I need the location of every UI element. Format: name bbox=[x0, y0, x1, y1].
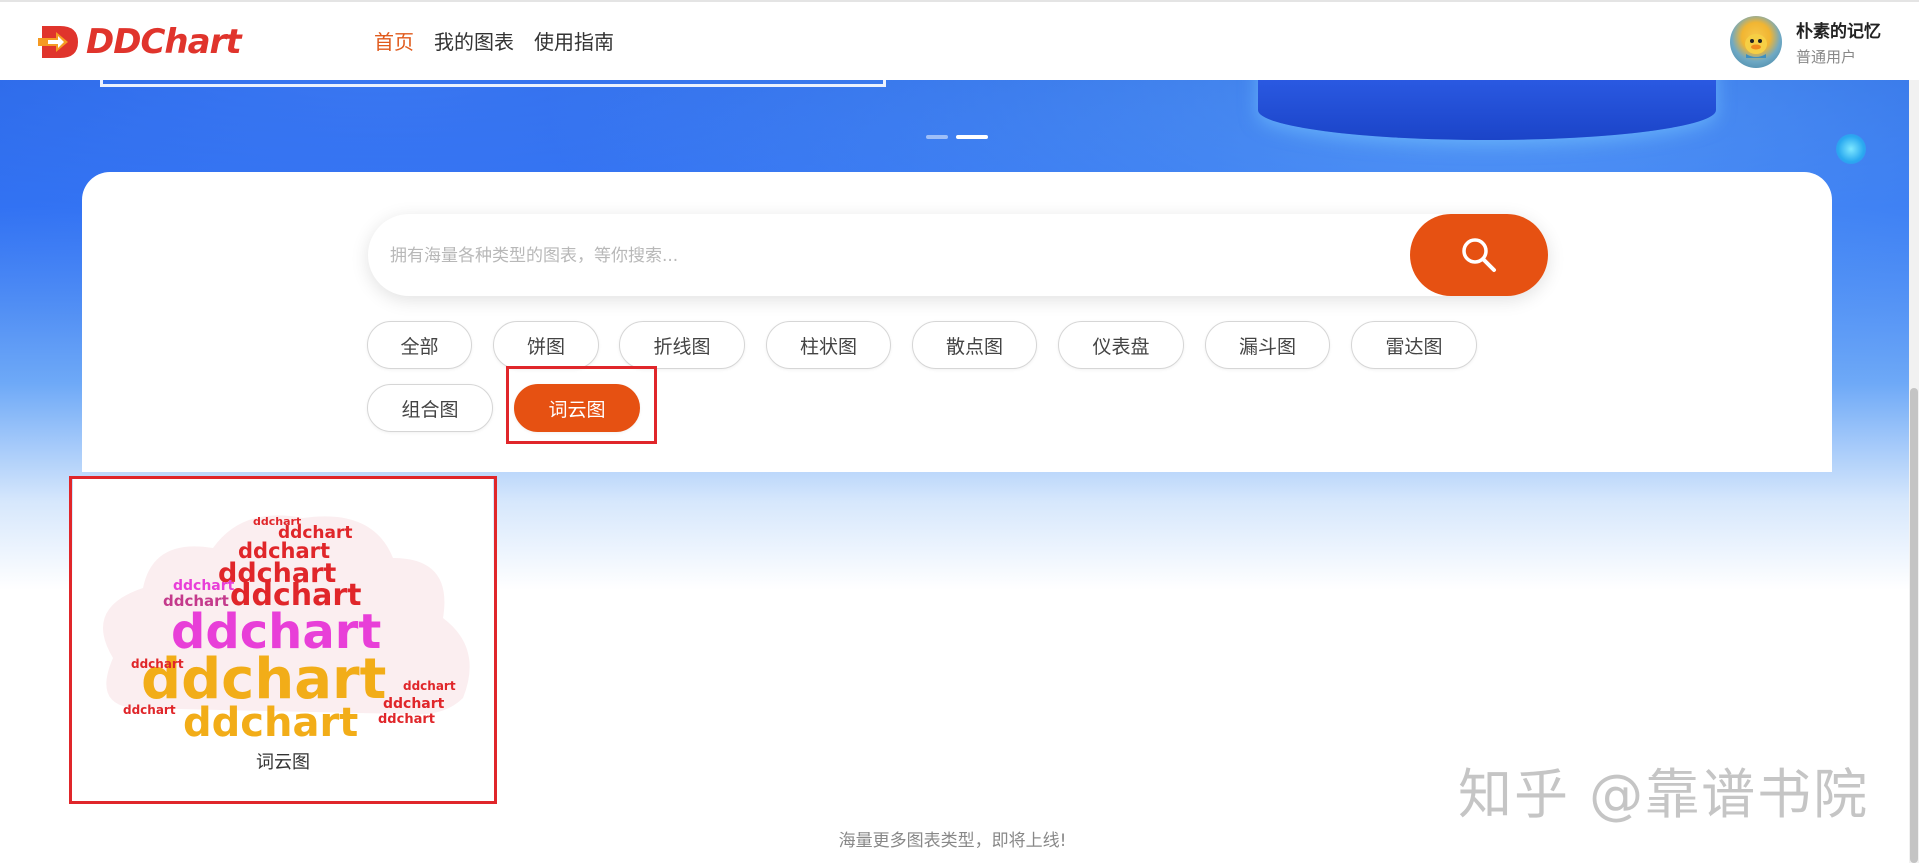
category-chip-radar[interactable]: 雷达图 bbox=[1351, 321, 1477, 369]
coming-soon-note: 海量更多图表类型，即将上线! bbox=[838, 831, 1067, 851]
duck-avatar-icon bbox=[1745, 34, 1767, 58]
search-bar bbox=[368, 214, 1548, 298]
search-input[interactable] bbox=[388, 214, 1392, 298]
watermark: 知乎 @靠谱书院 bbox=[1458, 763, 1870, 826]
logo-text: DDChart bbox=[86, 22, 242, 62]
nav-user-guide[interactable]: 使用指南 bbox=[534, 24, 614, 60]
logo-arrow-icon bbox=[38, 26, 78, 58]
logo[interactable]: DDChart bbox=[34, 18, 242, 66]
nav-my-charts[interactable]: 我的图表 bbox=[434, 24, 514, 60]
category-chip-bar[interactable]: 柱状图 bbox=[766, 321, 891, 369]
carousel-dot[interactable] bbox=[926, 135, 948, 139]
category-chip-scatter[interactable]: 散点图 bbox=[912, 321, 1037, 369]
category-chip-pie[interactable]: 饼图 bbox=[493, 321, 599, 369]
category-chip-line[interactable]: 折线图 bbox=[619, 321, 745, 369]
carousel-indicator bbox=[926, 135, 988, 139]
top-navbar: DDChart 首页 我的图表 使用指南 朴素的记忆 普通用户 bbox=[0, 0, 1919, 80]
user-role: 普通用户 bbox=[1796, 48, 1857, 66]
search-button[interactable] bbox=[1410, 214, 1548, 296]
category-chip-all[interactable]: 全部 bbox=[367, 321, 472, 369]
scrollbar-thumb[interactable] bbox=[1910, 388, 1918, 863]
main-nav: 首页 我的图表 使用指南 bbox=[374, 24, 614, 60]
search-icon bbox=[1462, 238, 1496, 272]
avatar[interactable] bbox=[1730, 16, 1782, 68]
banner-orb-decoration bbox=[1836, 134, 1866, 164]
carousel-dot-active[interactable] bbox=[956, 135, 988, 139]
category-chip-combo[interactable]: 组合图 bbox=[367, 384, 493, 432]
category-chip-gauge[interactable]: 仪表盘 bbox=[1058, 321, 1184, 369]
chip-highlight-annotation bbox=[506, 366, 657, 444]
user-info: 朴素的记忆 普通用户 bbox=[1796, 17, 1881, 67]
user-menu[interactable]: 朴素的记忆 普通用户 bbox=[1730, 16, 1881, 68]
user-name: 朴素的记忆 bbox=[1796, 22, 1881, 42]
card-highlight-annotation bbox=[69, 476, 497, 804]
nav-home[interactable]: 首页 bbox=[374, 24, 414, 60]
category-chip-funnel[interactable]: 漏斗图 bbox=[1205, 321, 1330, 369]
